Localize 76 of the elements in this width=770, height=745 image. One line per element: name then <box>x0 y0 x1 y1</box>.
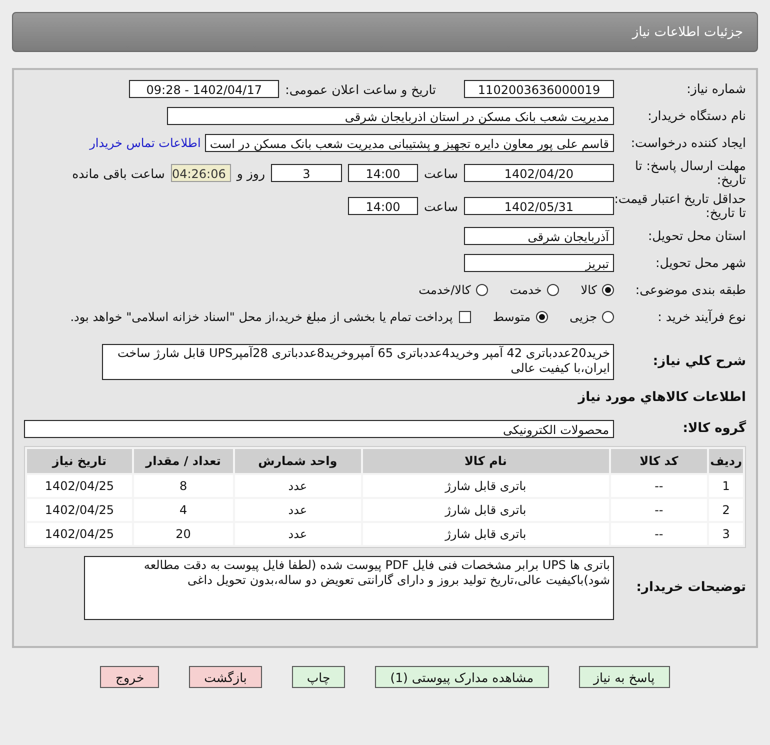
radio-label: کالا/خدمت <box>418 283 471 297</box>
radio-label: جزیی <box>570 310 597 324</box>
checkbox[interactable] <box>458 311 471 323</box>
checkbox-label: پرداخت تمام یا بخشی از مبلغ خرید،از محل "اسناد خزانه اسلامی" خواهد بود. <box>70 310 453 324</box>
column-header: واحد شمارش <box>234 449 361 473</box>
table-cell: 20 <box>134 523 233 545</box>
column-header: کد کالا <box>610 449 708 473</box>
action-button[interactable]: بازگشت <box>189 666 262 688</box>
field-value: 1402/05/31 <box>464 197 614 215</box>
field-label: طبقه بندی موضوعی: <box>634 283 746 297</box>
field-label: توضیحات خریدار: <box>635 581 746 595</box>
action-button[interactable]: خروج <box>100 666 160 688</box>
field-value: 1402/04/17 - 09:28 <box>129 80 280 98</box>
field-label: شماره نیاز: <box>686 82 746 96</box>
radio-label: خدمت <box>510 283 542 297</box>
column-header: تعداد / مقدار <box>134 449 233 473</box>
contact-link[interactable]: اطلاعات تماس خریدار <box>90 136 201 150</box>
column-header: تاریخ نیاز <box>27 449 132 473</box>
radio-button[interactable] <box>536 311 548 323</box>
field-label: حداقل تاریخ اعتبار قیمت: تا تاریخ: <box>614 192 746 220</box>
table-cell: 3 <box>709 523 743 545</box>
table-cell: -- <box>610 523 708 545</box>
field-value: 3 <box>270 164 342 182</box>
table-cell: عدد <box>234 475 361 497</box>
field-value: 14:00 <box>348 197 418 215</box>
table-cell: 1402/04/25 <box>27 499 132 521</box>
field-label: ساعت <box>424 198 458 214</box>
page-title: جزئیات اطلاعات نیاز <box>632 24 743 40</box>
radio-label: متوسط <box>492 310 531 324</box>
table-cell: باتری قابل شارژ <box>362 523 609 545</box>
table-cell: 1402/04/25 <box>27 475 132 497</box>
radio-button[interactable] <box>546 284 559 296</box>
field-label: نوع فرآیند خرید : <box>656 310 746 324</box>
table-cell: 2 <box>709 499 743 521</box>
section-heading: اطلاعات کالاهاي مورد نياز <box>578 390 746 404</box>
field-label: شرح کلي نياز: <box>652 355 746 369</box>
field-value: 14:00 <box>348 164 418 182</box>
summary-field: خرید20عددباتری 42 آمپر وخرید4عددباتری 65 آمپروخرید8عددباتری 28آمپرUPS قابل شارژ ساخت ایران،با کیفیت عالی <box>102 344 614 380</box>
action-button[interactable]: مشاهده مدارک پیوستی (1) <box>375 666 549 688</box>
table-cell: 1 <box>709 475 743 497</box>
field-label: نام دستگاه خریدار: <box>646 109 746 123</box>
field-value: مدیریت شعب بانک مسکن در استان اذربایجان شرقی <box>167 107 614 125</box>
field-label: مهلت ارسال پاسخ: تا تاریخ: <box>634 159 746 187</box>
action-button[interactable]: پاسخ به نیاز <box>578 666 670 688</box>
radio-button[interactable] <box>476 284 488 296</box>
table-cell: عدد <box>234 499 361 521</box>
table-cell: -- <box>610 499 708 521</box>
table-cell: 4 <box>134 499 233 521</box>
field-label: تاریخ و ساعت اعلان عمومی: <box>285 82 436 96</box>
field-value: 1102003636000019 <box>464 80 614 98</box>
field-label: روز و <box>236 166 265 180</box>
field-value: آذربایجان شرقی <box>464 227 614 245</box>
field-value: 1402/04/20 <box>464 164 614 182</box>
column-header: ردیف <box>709 449 743 473</box>
radio-button[interactable] <box>602 311 614 323</box>
notes-field: باتری ها UPS برابر مشخصات فنی فایل PDF پیوست شده (لطفا فایل پیوست به دقت مطالعه شود)باکیفیت عالی،تاریخ تولید بروز و دارای گارانتی تعویض دو ساله،بدون تحویل داغی <box>84 556 614 620</box>
field-label: ساعت باقی مانده <box>72 166 165 180</box>
field-label: استان محل تحویل: <box>646 229 746 243</box>
action-button[interactable]: چاپ <box>292 666 346 688</box>
field-label: ساعت <box>424 166 458 180</box>
field-value: محصولات الکترونیکی <box>24 420 614 438</box>
table-cell: 1402/04/25 <box>27 523 132 545</box>
table-cell: 8 <box>134 475 233 497</box>
countdown-field: 04:26:06 <box>170 164 231 182</box>
field-value: تبریز <box>464 254 614 272</box>
field-label: گروه کالا: <box>682 422 746 436</box>
radio-label: کالا <box>580 283 597 297</box>
radio-button[interactable] <box>602 284 614 296</box>
table-cell: عدد <box>234 523 361 545</box>
column-header: نام کالا <box>362 449 609 473</box>
table-cell: باتری قابل شارژ <box>362 499 609 521</box>
field-value: قاسم علی پور معاون دایره تجهیز و پشتیبانی مدیریت شعب بانک مسکن در است <box>204 134 614 152</box>
field-label: ایجاد کننده درخواست: <box>630 136 746 150</box>
field-label: شهر محل تحویل: <box>654 256 746 270</box>
table-cell: -- <box>610 475 708 497</box>
table-cell: باتری قابل شارژ <box>362 475 609 497</box>
